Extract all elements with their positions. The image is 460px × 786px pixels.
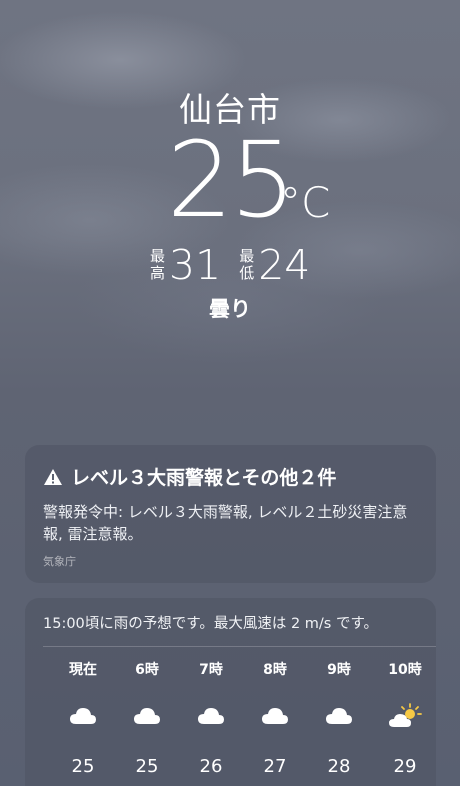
alert-description: 警報発令中: レベル３大雨警報, レベル２土砂災害注意報, 雷注意報。 <box>43 503 408 543</box>
hour-label: 8時 <box>263 662 287 678</box>
cloud-icon <box>430 696 436 736</box>
hour-label: 7時 <box>199 662 223 678</box>
cloud-icon <box>309 696 369 736</box>
hourly-forecast-item: 8時 27 <box>245 658 305 777</box>
hour-temperature: 29 <box>393 756 417 777</box>
hourly-forecast-list[interactable]: 現在 25 6時 25 7時 26 8時 27 9時 28 10時 29 1 <box>25 658 436 778</box>
hour-temperature: 26 <box>199 756 223 777</box>
alert-title: レベル３大雨警報とその他２件 <box>71 467 337 489</box>
hour-temperature: 25 <box>135 756 159 777</box>
cloud-icon <box>117 696 177 736</box>
current-temperature: 25 <box>166 119 296 241</box>
hourly-forecast-item: 7時 26 <box>181 658 241 777</box>
temperature-unit: °C <box>280 178 331 227</box>
alert-source: 気象庁 <box>43 555 76 568</box>
low-temperature: 24 <box>258 241 311 289</box>
partly-sunny-icon <box>375 696 435 736</box>
hourly-forecast-item: 6時 25 <box>117 658 177 777</box>
hour-label: 現在 <box>69 662 97 678</box>
weather-alert-card[interactable]: レベル３大雨警報とその他２件 警報発令中: レベル３大雨警報, レベル２土砂災害… <box>25 445 436 583</box>
hour-label: 10時 <box>388 662 422 678</box>
divider <box>43 646 436 647</box>
hour-temperature: 25 <box>71 756 95 777</box>
cloud-icon <box>53 696 113 736</box>
hour-label: 6時 <box>135 662 159 678</box>
current-temperature-block: 25 °C <box>0 128 460 232</box>
high-label: 最 高 <box>150 247 166 282</box>
hour-temperature: 28 <box>327 756 351 777</box>
cloud-icon <box>245 696 305 736</box>
alert-title-row: レベル３大雨警報とその他２件 <box>43 463 336 490</box>
cloud-icon <box>181 696 241 736</box>
high-low: 最 高 31 最 低 24 <box>150 240 328 290</box>
hourly-forecast-item: 9時 28 <box>309 658 369 777</box>
hourly-forecast-item: 現在 25 <box>53 658 113 777</box>
hourly-forecast-card[interactable]: 15:00頃に雨の予想です。最大風速は 2 m/s です。 現在 25 6時 25 7時… <box>25 598 436 786</box>
hour-temperature: 27 <box>263 756 287 777</box>
hour-label: 1 <box>430 658 436 682</box>
hourly-forecast-item: 10時 29 <box>375 658 435 777</box>
hour-label: 9時 <box>327 662 351 678</box>
high-temperature: 31 <box>169 241 222 289</box>
warning-icon <box>44 468 62 485</box>
low-label: 最 低 <box>239 247 255 282</box>
hourly-forecast-item: 1 <box>430 658 436 756</box>
forecast-summary: 15:00頃に雨の予想です。最大風速は 2 m/s です。 <box>43 616 379 632</box>
weather-condition: 曇り <box>209 297 251 321</box>
